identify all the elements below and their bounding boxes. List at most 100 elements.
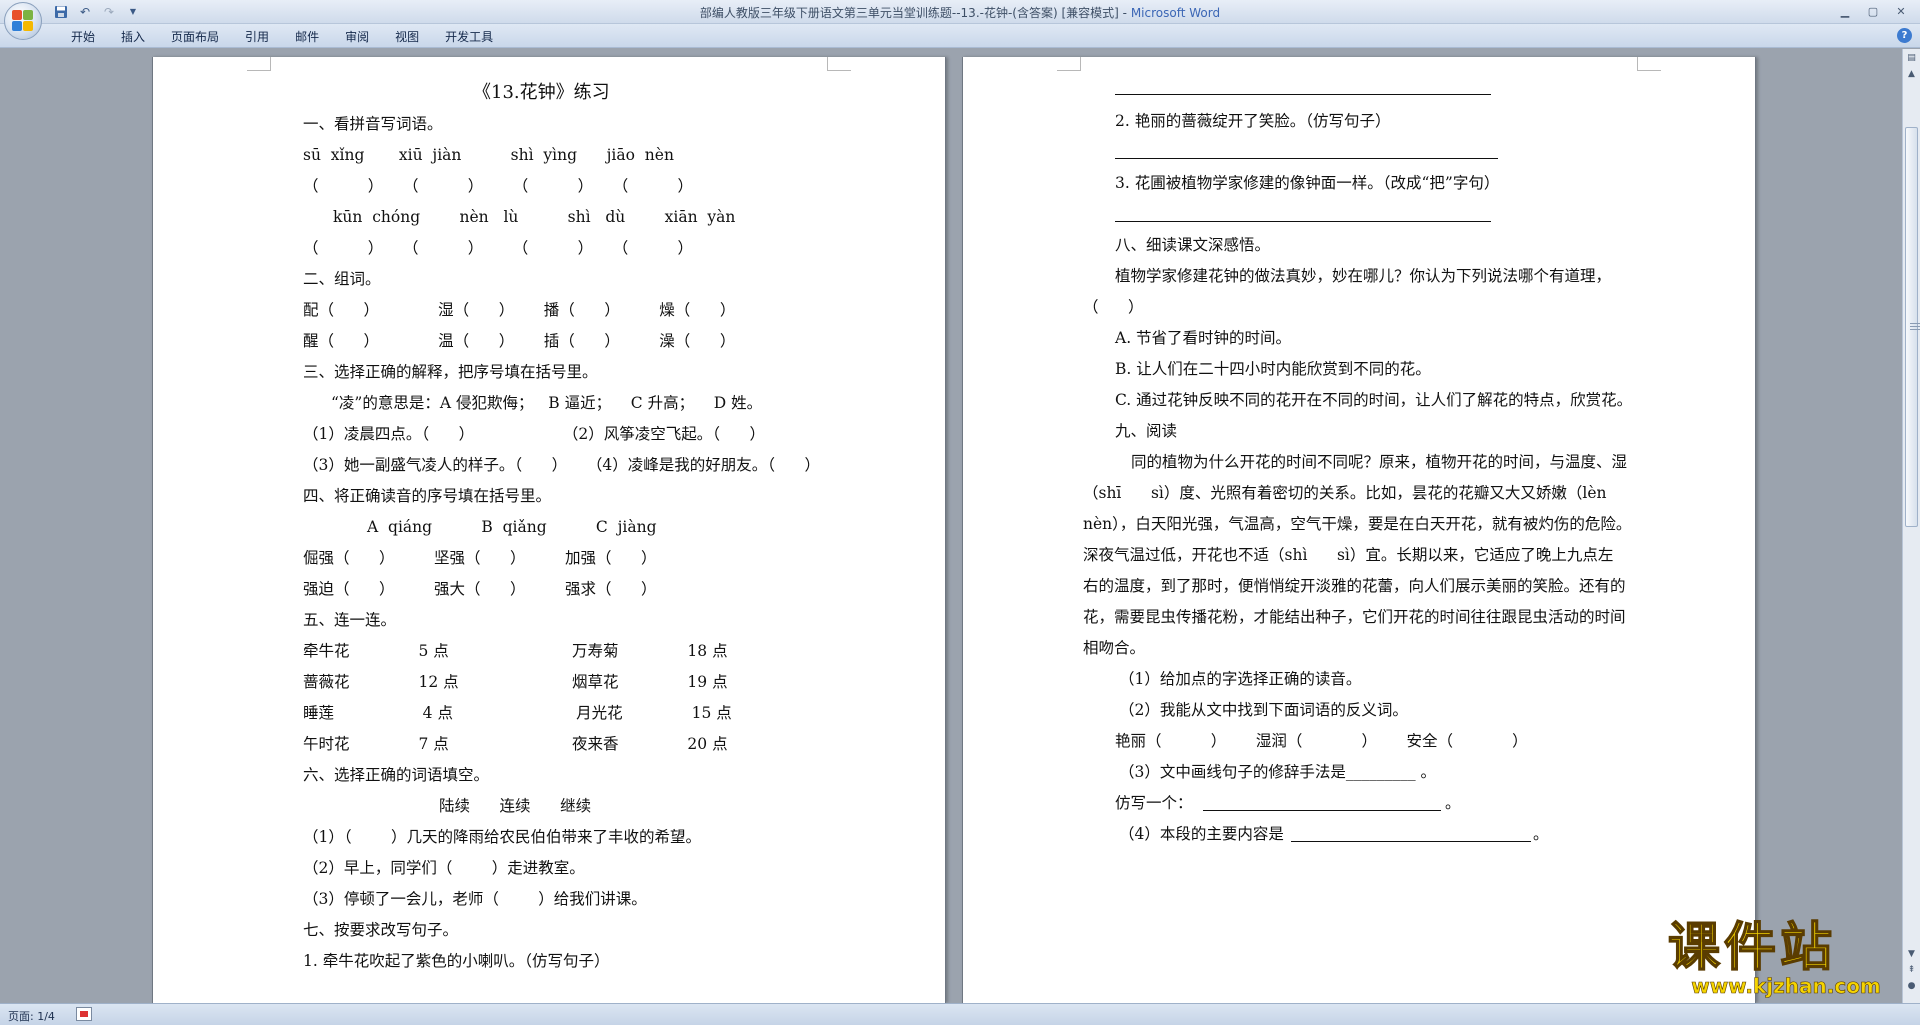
office-button[interactable] <box>4 2 42 40</box>
ruler-toggle-icon[interactable]: ▤ <box>1905 51 1918 65</box>
question-line[interactable]: （3）她一副盛气凌人的样子。（ ） （4）凌峰是我的好朋友。（ ） <box>303 455 820 475</box>
thumb-grip <box>1910 323 1920 324</box>
period-mark: 。 <box>1533 825 1549 843</box>
app-name: Microsoft Word <box>1130 6 1221 20</box>
matching-row[interactable]: 蔷薇花 12 点 烟草花 19 点 <box>303 672 728 692</box>
office-logo-icon <box>12 10 34 32</box>
question-line[interactable]: （1）凌晨四点。（ ） （2）风筝凌空飞起。（ ） <box>303 424 765 444</box>
reading-passage-line[interactable]: 深夜气温过低，开花也不适（shì sì）宜。长期以来，它适应了晚上九点左 <box>1083 545 1613 565</box>
previous-page-icon[interactable]: ⇞ <box>1905 963 1918 977</box>
scrollbar-thumb[interactable] <box>1905 127 1920 527</box>
reading-passage-line[interactable]: 右的温度，到了那时，便悄悄绽开淡雅的花蕾，向人们展示美丽的笑脸。还有的 <box>1083 576 1626 596</box>
answer-bracket[interactable]: （ ） <box>1083 297 1144 317</box>
ribbon-tabs: 开始 插入 页面布局 引用 邮件 审阅 视图 开发工具 <box>58 29 506 45</box>
reading-passage-line[interactable]: 同的植物为什么开花的时间不同呢？原来，植物开花的时间，与温度、湿 <box>1131 452 1627 472</box>
option-line[interactable]: B. 让人们在二十四小时内能欣赏到不同的花。 <box>1115 359 1431 379</box>
answer-line[interactable] <box>1115 158 1498 159</box>
title-bar: ↶ ↷ ▼ 部编人教版三年级下册语文第三单元当堂训练题--13.-花钟-(含答案… <box>0 0 1920 24</box>
tab-insert[interactable]: 插入 <box>108 29 158 45</box>
pinyin-row[interactable]: sū xǐng xiū jiàn shì yìng jiāo nèn <box>303 145 674 165</box>
word-group-row[interactable]: 醒（ ） 温（ ） 插（ ） 澡（ ） <box>303 331 735 351</box>
section-heading[interactable]: 七、按要求改写句子。 <box>303 920 458 940</box>
period-mark: 。 <box>1445 794 1461 812</box>
thumb-grip <box>1910 326 1920 327</box>
question-line[interactable]: （1）（ ）几天的降雨给农民伯伯带来了丰收的希望。 <box>303 827 701 847</box>
proofing-status-icon[interactable] <box>76 1007 92 1021</box>
margin-corner-mark <box>1637 57 1661 71</box>
antonym-row[interactable]: 艳丽（ ） 湿润（ ） 安全（ ） <box>1115 731 1528 751</box>
document-page-2[interactable]: 2. 艳丽的蔷薇绽开了笑脸。（仿写句子） 3. 花圃被植物学家修建的像钟面一样。… <box>962 57 1756 1003</box>
help-icon[interactable]: ? <box>1897 28 1912 43</box>
window-controls: ▁ ▢ ✕ <box>1832 2 1914 20</box>
question-line[interactable]: 2. 艳丽的蔷薇绽开了笑脸。（仿写句子） <box>1115 111 1390 131</box>
vertical-scrollbar[interactable]: ▤ ▲ ▼ ⇞ ● <box>1902 49 1920 1003</box>
tab-references[interactable]: 引用 <box>232 29 282 45</box>
pinyin-row[interactable]: kūn chóng nèn lù shì dù xiān yàn <box>333 207 735 227</box>
page-count[interactable]: 页面: 1/4 <box>8 1008 55 1024</box>
section-heading[interactable]: 六、选择正确的词语填空。 <box>303 765 489 785</box>
scroll-down-icon[interactable]: ▼ <box>1905 947 1918 961</box>
tab-page-layout[interactable]: 页面布局 <box>158 29 232 45</box>
scroll-up-icon[interactable]: ▲ <box>1905 67 1918 81</box>
answer-bracket-row[interactable]: （ ） （ ） （ ） （ ） <box>303 176 693 196</box>
word-group-row[interactable]: 配（ ） 湿（ ） 播（ ） 燥（ ） <box>303 300 735 320</box>
document-page-1[interactable]: 《13.花钟》练习 一、看拼音写词语。 sū xǐng xiū jiàn shì… <box>152 57 946 1003</box>
status-bar: 页面: 1/4 <box>0 1003 1920 1025</box>
question-line[interactable]: （4）本段的主要内容是 <box>1119 824 1289 844</box>
matching-row[interactable]: 牵牛花 5 点 万寿菊 18 点 <box>303 641 728 661</box>
section-heading[interactable]: 八、细读课文深感悟。 <box>1115 235 1270 255</box>
section-heading[interactable]: 四、将正确读音的序号填在括号里。 <box>303 486 551 506</box>
reading-passage-line[interactable]: （shī sì）度、光照有着密切的关系。比如，昙花的花瓣又大又娇嫩（lèn <box>1083 483 1606 503</box>
site-watermark: 课件站 www.kjzhan.com <box>1667 919 1904 1000</box>
section-heading[interactable]: 三、选择正确的解释，把序号填在括号里。 <box>303 362 598 382</box>
answer-bracket-row[interactable]: （ ） （ ） （ ） （ ） <box>303 238 693 258</box>
document-area[interactable]: 《13.花钟》练习 一、看拼音写词语。 sū xǐng xiū jiàn shì… <box>0 49 1902 1003</box>
question-line[interactable]: 仿写一个： <box>1115 793 1193 813</box>
section-heading[interactable]: 九、阅读 <box>1115 421 1177 441</box>
word-group-row[interactable]: 强迫（ ） 强大（ ） 强求（ ） <box>303 579 657 599</box>
reading-passage-line[interactable]: nèn），白天阳光强，气温高，空气干燥，要是在白天开花，就有被灼伤的危险。 <box>1083 514 1631 534</box>
margin-corner-mark <box>1057 57 1081 71</box>
answer-line[interactable] <box>1291 841 1531 842</box>
answer-line[interactable] <box>1115 221 1491 222</box>
select-browse-object-icon[interactable]: ● <box>1905 979 1918 993</box>
section-heading[interactable]: 五、连一连。 <box>303 610 396 630</box>
question-line[interactable]: （2）我能从文中找到下面词语的反义词。 <box>1119 700 1408 720</box>
window-title: 部编人教版三年级下册语文第三单元当堂训练题--13.-花钟-(含答案) [兼容模… <box>0 4 1920 21</box>
maximize-icon[interactable]: ▢ <box>1860 2 1886 20</box>
option-line[interactable]: C. 通过花钟反映不同的花开在不同的时间，让人们了解花的特点，欣赏花。 <box>1115 390 1632 410</box>
reading-passage-line[interactable]: 花，需要昆虫传播花粉，才能结出种子，它们开花的时间往往跟昆虫活动的时间 <box>1083 607 1626 627</box>
word-group-row[interactable]: 倔强（ ） 坚强（ ） 加强（ ） <box>303 548 657 568</box>
question-line[interactable]: （3）文中画线句子的修辞手法是_________ 。 <box>1119 762 1436 782</box>
tab-view[interactable]: 视图 <box>382 29 432 45</box>
close-icon[interactable]: ✕ <box>1888 2 1914 20</box>
definition-line[interactable]: “凌”的意思是：A 侵犯欺侮； B 逼近； C 升高； D 姓。 <box>331 393 762 413</box>
thumb-grip <box>1910 329 1920 330</box>
option-line[interactable]: A. 节省了看时钟的时间。 <box>1115 328 1291 348</box>
word-choices[interactable]: 陆续 连续 继续 <box>439 796 591 816</box>
pinyin-options[interactable]: A qiáng B qiǎng C jiàng <box>367 517 657 537</box>
matching-row[interactable]: 睡莲 4 点 月光花 15 点 <box>303 703 732 723</box>
tab-review[interactable]: 审阅 <box>332 29 382 45</box>
tab-home[interactable]: 开始 <box>58 29 108 45</box>
answer-line[interactable] <box>1203 810 1441 811</box>
section-heading[interactable]: 二、组词。 <box>303 269 381 289</box>
matching-row[interactable]: 午时花 7 点 夜来香 20 点 <box>303 734 728 754</box>
reading-passage-line[interactable]: 相吻合。 <box>1083 638 1145 658</box>
tab-developer[interactable]: 开发工具 <box>432 29 506 45</box>
question-line[interactable]: （2）早上，同学们（ ）走进教室。 <box>303 858 585 878</box>
question-line[interactable]: 1. 牵牛花吹起了紫色的小喇叭。（仿写句子） <box>303 951 609 971</box>
question-line[interactable]: （1）给加点的字选择正确的读音。 <box>1119 669 1361 689</box>
minimize-icon[interactable]: ▁ <box>1832 2 1858 20</box>
question-line[interactable]: （3）停顿了一会儿，老师（ ）给我们讲课。 <box>303 889 647 909</box>
question-line[interactable]: 植物学家修建花钟的做法真妙，妙在哪儿？你认为下列说法哪个有道理， <box>1115 266 1611 286</box>
question-line[interactable]: 3. 花圃被植物学家修建的像钟面一样。（改成“把”字句） <box>1115 173 1499 193</box>
worksheet-title[interactable]: 《13.花钟》练习 <box>473 83 610 103</box>
margin-corner-mark <box>827 57 851 71</box>
document-title: 部编人教版三年级下册语文第三单元当堂训练题--13.-花钟-(含答案) [兼容模… <box>699 6 1131 20</box>
margin-corner-mark <box>247 57 271 71</box>
tab-mailings[interactable]: 邮件 <box>282 29 332 45</box>
section-heading[interactable]: 一、看拼音写词语。 <box>303 114 443 134</box>
watermark-url: www.kjzhan.com <box>1691 974 1881 999</box>
answer-line[interactable] <box>1115 94 1491 95</box>
